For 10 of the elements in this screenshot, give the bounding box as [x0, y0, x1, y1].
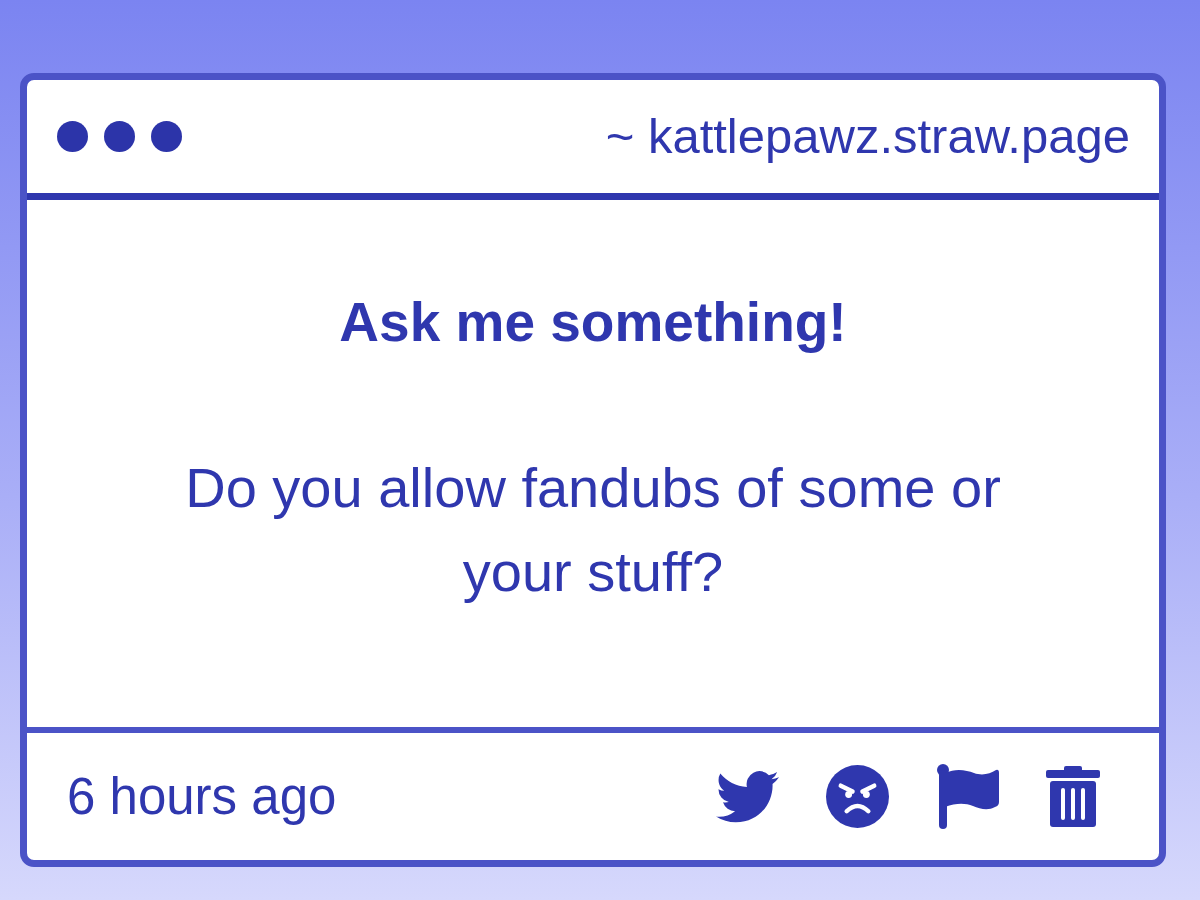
dot-icon	[151, 121, 182, 152]
dot-icon	[104, 121, 135, 152]
question-text: Do you allow fandubs of some or your stuff?	[184, 455, 1002, 605]
prompt-heading: Ask me something!	[338, 292, 848, 352]
bird-icon[interactable]	[716, 770, 779, 823]
trash-icon[interactable]	[1046, 766, 1100, 827]
flag-icon[interactable]	[936, 764, 999, 829]
site-address: ~ kattlepawz.straw.page	[605, 112, 1130, 161]
dot-icon	[57, 121, 88, 152]
angry-face-icon[interactable]	[826, 765, 889, 828]
